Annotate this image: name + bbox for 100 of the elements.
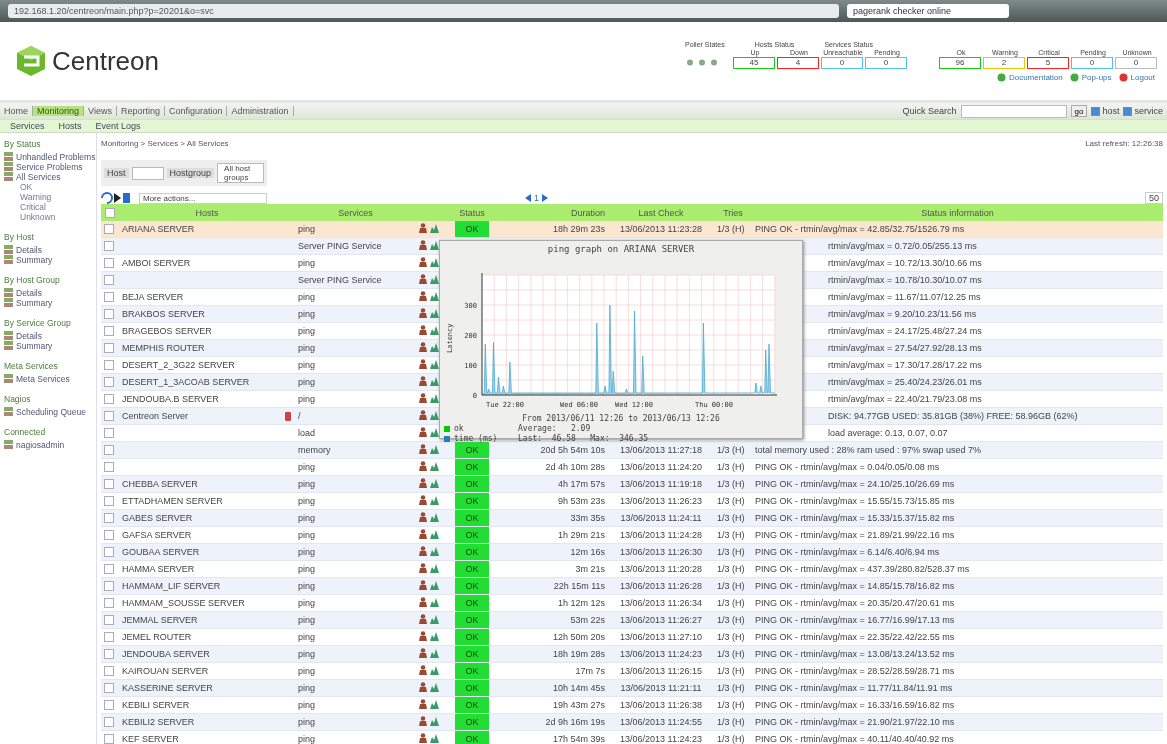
person-icon[interactable] <box>419 733 427 743</box>
service-name[interactable]: ping <box>298 360 315 370</box>
row-checkbox[interactable] <box>104 564 114 575</box>
service-name[interactable]: ping <box>298 513 315 523</box>
person-icon[interactable] <box>419 495 427 505</box>
service-name[interactable]: ping <box>298 224 315 234</box>
column-header[interactable]: Hosts <box>119 204 295 221</box>
row-checkbox[interactable] <box>104 445 114 456</box>
host-name[interactable]: BRAKBOS SERVER <box>122 309 205 319</box>
person-icon[interactable] <box>419 427 427 437</box>
person-icon[interactable] <box>419 529 427 539</box>
state-count[interactable]: 96 <box>939 56 981 69</box>
service-name[interactable]: ping <box>298 258 315 268</box>
row-checkbox[interactable] <box>104 360 114 371</box>
row-checkbox[interactable] <box>104 343 114 354</box>
quick-search-field[interactable] <box>960 104 1067 118</box>
row-checkbox[interactable] <box>104 479 114 490</box>
select-all-checkbox[interactable] <box>105 207 115 218</box>
more-actions-select[interactable]: More actions... <box>139 192 267 204</box>
host-name[interactable]: Centreon Server <box>122 411 189 421</box>
service-name[interactable]: ping <box>298 649 315 659</box>
person-icon[interactable] <box>419 325 427 335</box>
sidebar-item[interactable]: Scheduling Queue <box>16 407 86 417</box>
host-name[interactable]: KASSERINE SERVER <box>122 683 213 693</box>
row-checkbox[interactable] <box>104 224 114 235</box>
host-name[interactable]: KEF SERVER <box>122 734 179 744</box>
sidebar-item[interactable]: Summary <box>16 255 53 265</box>
service-name[interactable]: / <box>298 411 301 421</box>
state-count[interactable]: 4 <box>777 56 819 69</box>
row-checkbox[interactable] <box>104 326 114 337</box>
host-filter-field[interactable] <box>131 166 164 180</box>
menu-tab[interactable]: Monitoring <box>33 106 85 116</box>
sidebar-item[interactable]: Summary <box>16 341 53 351</box>
search-option[interactable]: host <box>1091 106 1120 116</box>
host-name[interactable]: BRAGEBOS SERVER <box>122 326 212 336</box>
service-name[interactable]: ping <box>298 683 315 693</box>
person-icon[interactable] <box>419 716 427 726</box>
row-checkbox[interactable] <box>104 377 114 388</box>
next-icon[interactable] <box>542 194 548 202</box>
go-button[interactable]: go <box>1070 105 1088 117</box>
person-icon[interactable] <box>419 223 427 233</box>
state-count[interactable]: 0 <box>1115 56 1157 69</box>
service-name[interactable]: ping <box>298 394 315 404</box>
sidebar-item[interactable]: Summary <box>16 298 53 308</box>
person-icon[interactable] <box>419 580 427 590</box>
column-header[interactable]: Status information <box>752 204 1163 221</box>
state-count[interactable]: 0 <box>865 56 907 69</box>
person-icon[interactable] <box>419 597 427 607</box>
service-name[interactable]: ping <box>298 377 315 387</box>
service-name[interactable]: ping <box>298 700 315 710</box>
service-name[interactable]: load <box>298 428 315 438</box>
person-icon[interactable] <box>419 342 427 352</box>
row-checkbox[interactable] <box>104 632 114 643</box>
sidebar-item[interactable]: Details <box>16 288 42 298</box>
host-name[interactable]: KEBILI SERVER <box>122 700 190 710</box>
person-icon[interactable] <box>419 614 427 624</box>
service-name[interactable]: ping <box>298 717 315 727</box>
row-checkbox[interactable] <box>104 241 114 252</box>
host-name[interactable]: JEMMAL SERVER <box>122 615 198 625</box>
service-name[interactable]: ping <box>298 292 315 302</box>
service-name[interactable]: ping <box>298 547 315 557</box>
person-icon[interactable] <box>419 393 427 403</box>
toolbar-icons[interactable] <box>101 192 131 204</box>
row-checkbox[interactable] <box>104 530 114 541</box>
service-name[interactable]: ping <box>298 564 315 574</box>
host-name[interactable]: DESERT_1_3ACOAB SERVER <box>122 377 250 387</box>
header-link[interactable]: Logout <box>1130 72 1155 82</box>
column-header[interactable]: Status <box>452 204 492 221</box>
person-icon[interactable] <box>419 376 427 386</box>
row-checkbox[interactable] <box>104 394 114 405</box>
host-name[interactable]: ARIANA SERVER <box>122 224 195 234</box>
row-checkbox[interactable] <box>104 428 114 439</box>
menu-tab[interactable]: Views <box>84 106 117 116</box>
row-checkbox[interactable] <box>104 581 114 592</box>
menu-tab[interactable]: Administration <box>227 106 294 116</box>
person-icon[interactable] <box>419 308 427 318</box>
person-icon[interactable] <box>419 546 427 556</box>
person-icon[interactable] <box>419 291 427 301</box>
menu-tab[interactable]: Configuration <box>164 106 228 116</box>
host-name[interactable]: HAMMA SERVER <box>122 564 195 574</box>
sidebar-item[interactable]: Warning <box>20 192 52 202</box>
state-count[interactable]: 0 <box>821 56 863 69</box>
page-link[interactable]: 1 <box>534 193 539 203</box>
state-count[interactable]: 2 <box>983 56 1025 69</box>
service-name[interactable]: Server PING Service <box>298 275 382 285</box>
host-name[interactable]: GABES SERVER <box>122 513 193 523</box>
person-icon[interactable] <box>419 648 427 658</box>
host-name[interactable]: KEBILI2 SERVER <box>122 717 195 727</box>
column-header[interactable]: Services <box>295 204 416 221</box>
sidebar-item[interactable]: Critical <box>20 202 46 212</box>
search-field[interactable]: pagerank checker online <box>847 4 1009 18</box>
service-name[interactable]: ping <box>298 598 315 608</box>
sidebar-item[interactable]: All Services <box>16 172 61 182</box>
host-name[interactable]: GOUBAA SERVER <box>122 547 200 557</box>
host-name[interactable]: JENDOUBA SERVER <box>122 649 210 659</box>
submenu-link[interactable]: Services <box>10 121 45 131</box>
sidebar-item[interactable]: Meta Services <box>16 374 70 384</box>
person-icon[interactable] <box>419 240 427 250</box>
table-row[interactable]: ARIANA SERVER ping OK 18h 29m 23s 13/06/2013 11:23:28 1/3 (H) PING OK - rtmin/avg/max = 42.85/32.75/1526.79 ms <box>101 221 1163 238</box>
row-checkbox[interactable] <box>104 275 114 286</box>
